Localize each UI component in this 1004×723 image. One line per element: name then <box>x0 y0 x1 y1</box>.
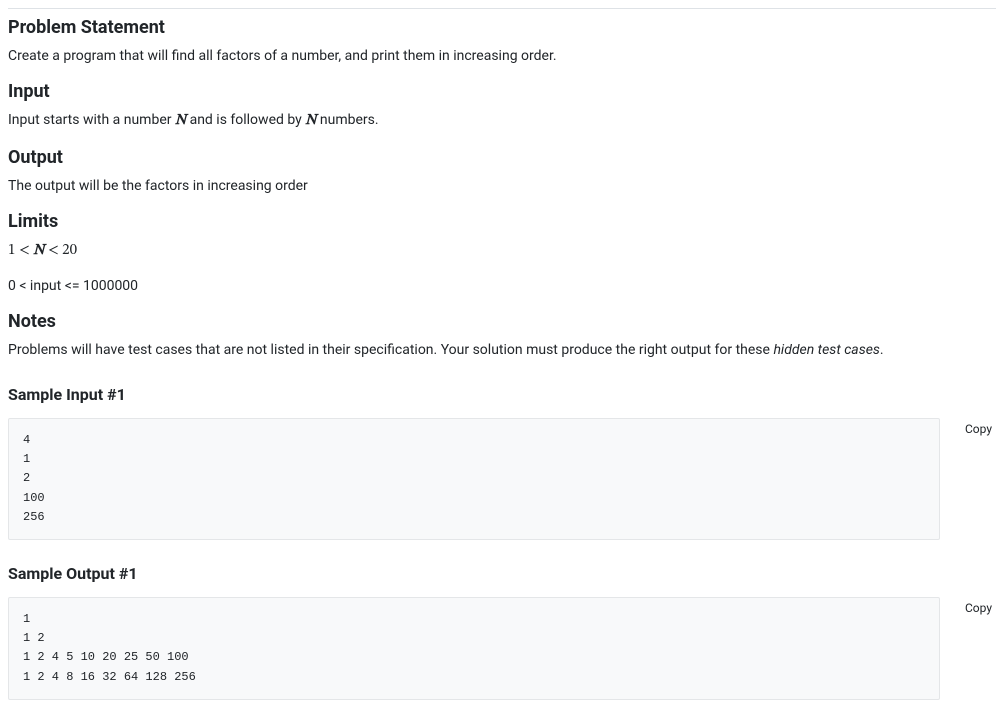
output-description: The output will be the factors in increa… <box>8 176 996 197</box>
problem-statement-text: Create a program that will find all fact… <box>8 46 996 67</box>
notes-emphasis: hidden test cases <box>773 342 879 358</box>
notes-text: Problems will have test cases that are n… <box>8 340 996 361</box>
input-text-middle: and is followed by <box>186 112 305 128</box>
heading-output: Output <box>8 147 996 168</box>
notes-prefix: Problems will have test cases that are n… <box>8 342 773 358</box>
input-description: Input starts with a number N and is foll… <box>8 110 996 133</box>
limits-rhs: 20 <box>62 243 77 258</box>
input-var-n-2: N <box>305 113 316 128</box>
notes-suffix: . <box>880 342 884 358</box>
limits-line-2: 0 < input <= 1000000 <box>8 276 996 297</box>
sample-output-block: 1 1 2 1 2 4 5 10 20 25 50 100 1 2 4 8 16… <box>8 597 996 700</box>
heading-input: Input <box>8 81 996 102</box>
sample-input-content: 4 1 2 100 256 <box>8 418 940 540</box>
limits-lhs: 1 <box>8 243 15 258</box>
input-var-n-1: N <box>175 113 186 128</box>
input-text-suffix: numbers. <box>316 112 378 128</box>
input-text-prefix: Input starts with a number <box>8 112 175 128</box>
heading-sample-input: Sample Input #1 <box>8 385 996 404</box>
sample-output-content: 1 1 2 1 2 4 5 10 20 25 50 100 1 2 4 8 16… <box>8 597 940 700</box>
limits-op2: < <box>48 243 59 258</box>
sample-input-block: 4 1 2 100 256 Copy <box>8 418 996 540</box>
heading-limits: Limits <box>8 211 996 232</box>
heading-notes: Notes <box>8 311 996 332</box>
top-divider <box>8 8 996 9</box>
limits-line-1: 1 < N < 20 <box>8 240 996 263</box>
heading-sample-output: Sample Output #1 <box>8 564 996 583</box>
limits-var-n: N <box>33 243 44 258</box>
limits-op1: < <box>19 243 30 258</box>
heading-problem-statement: Problem Statement <box>8 17 996 38</box>
copy-button-input[interactable]: Copy <box>961 420 996 438</box>
copy-button-output[interactable]: Copy <box>961 599 996 617</box>
